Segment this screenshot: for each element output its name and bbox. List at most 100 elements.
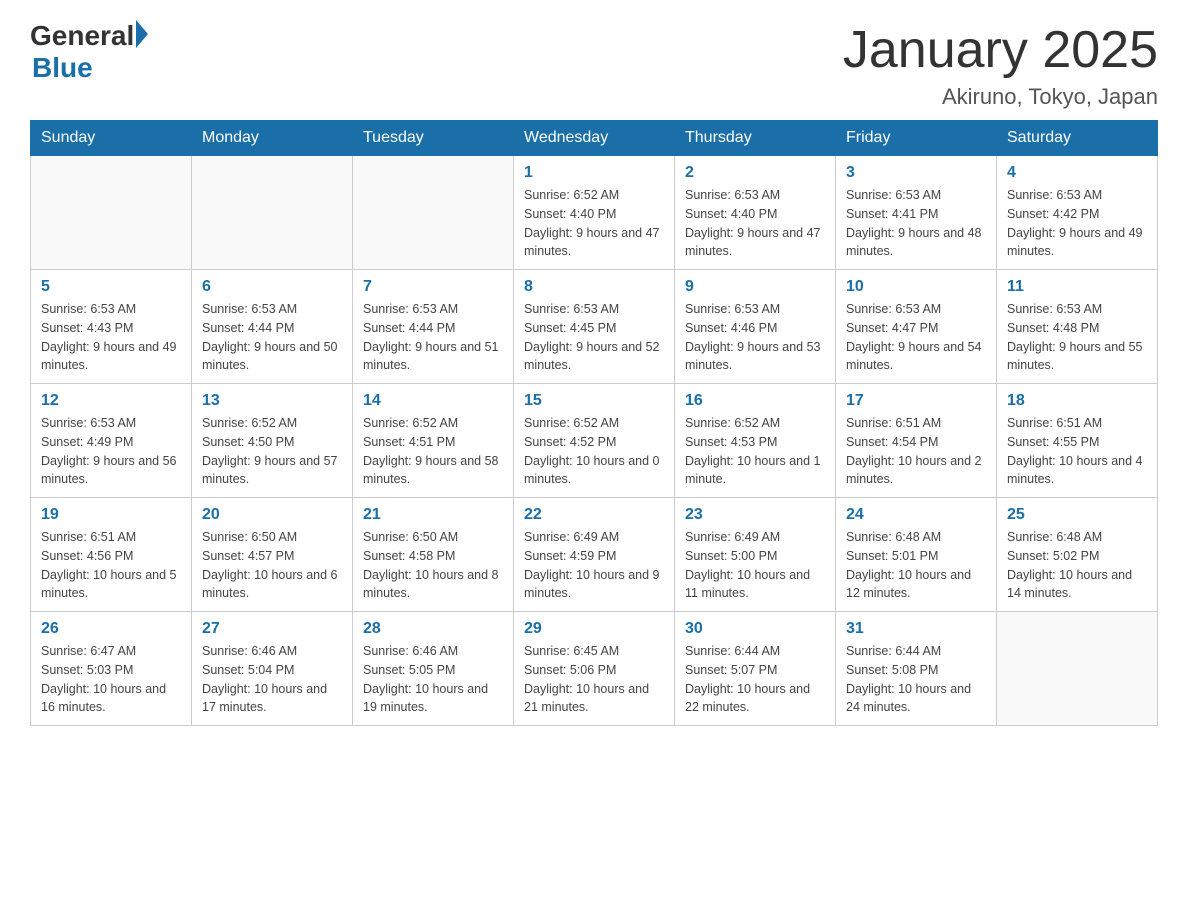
day-info: Sunrise: 6:46 AM Sunset: 5:05 PM Dayligh…	[363, 642, 503, 717]
day-info: Sunrise: 6:48 AM Sunset: 5:02 PM Dayligh…	[1007, 528, 1147, 603]
day-number: 20	[202, 506, 342, 524]
calendar-cell: 2 Sunrise: 6:53 AM Sunset: 4:40 PM Daylig…	[675, 156, 836, 270]
day-info: Sunrise: 6:50 AM Sunset: 4:58 PM Dayligh…	[363, 528, 503, 603]
weekday-header-wednesday: Wednesday	[514, 121, 675, 156]
weekday-header-saturday: Saturday	[997, 121, 1158, 156]
day-info: Sunrise: 6:49 AM Sunset: 5:00 PM Dayligh…	[685, 528, 825, 603]
day-info: Sunrise: 6:53 AM Sunset: 4:40 PM Dayligh…	[685, 186, 825, 261]
calendar-title: January 2025	[843, 20, 1158, 80]
calendar-cell	[997, 612, 1158, 726]
calendar-cell: 26 Sunrise: 6:47 AM Sunset: 5:03 PM Dayli…	[31, 612, 192, 726]
calendar-cell: 23 Sunrise: 6:49 AM Sunset: 5:00 PM Dayli…	[675, 498, 836, 612]
calendar-cell: 5 Sunrise: 6:53 AM Sunset: 4:43 PM Daylig…	[31, 270, 192, 384]
day-number: 27	[202, 620, 342, 638]
logo-general: General	[30, 20, 134, 52]
weekday-header-row: SundayMondayTuesdayWednesdayThursdayFrid…	[31, 121, 1158, 156]
day-number: 23	[685, 506, 825, 524]
day-number: 3	[846, 164, 986, 182]
day-number: 9	[685, 278, 825, 296]
calendar-cell: 12Sunrise: 6:53 AM Sunset: 4:49 PM Dayli…	[31, 384, 192, 498]
calendar-cell: 13 Sunrise: 6:52 AM Sunset: 4:50 PM Dayli…	[192, 384, 353, 498]
day-info: Sunrise: 6:46 AM Sunset: 5:04 PM Dayligh…	[202, 642, 342, 717]
day-info: Sunrise: 6:52 AM Sunset: 4:40 PM Dayligh…	[524, 186, 664, 261]
day-number: 21	[363, 506, 503, 524]
calendar-cell: 6 Sunrise: 6:53 AM Sunset: 4:44 PM Daylig…	[192, 270, 353, 384]
day-info: Sunrise: 6:48 AM Sunset: 5:01 PM Dayligh…	[846, 528, 986, 603]
calendar-cell: 8 Sunrise: 6:53 AM Sunset: 4:45 PM Daylig…	[514, 270, 675, 384]
day-number: 1	[524, 164, 664, 182]
calendar-cell: 20 Sunrise: 6:50 AM Sunset: 4:57 PM Dayli…	[192, 498, 353, 612]
calendar-cell: 15 Sunrise: 6:52 AM Sunset: 4:52 PM Dayli…	[514, 384, 675, 498]
day-info: Sunrise: 6:53 AM Sunset: 4:43 PM Dayligh…	[41, 300, 181, 375]
day-number: 2	[685, 164, 825, 182]
calendar-cell: 1 Sunrise: 6:52 AM Sunset: 4:40 PM Daylig…	[514, 156, 675, 270]
day-number: 13	[202, 392, 342, 410]
weekday-header-tuesday: Tuesday	[353, 121, 514, 156]
calendar-cell	[353, 156, 514, 270]
calendar-cell: 19Sunrise: 6:51 AM Sunset: 4:56 PM Dayli…	[31, 498, 192, 612]
day-info: Sunrise: 6:44 AM Sunset: 5:07 PM Dayligh…	[685, 642, 825, 717]
week-row-3: 12Sunrise: 6:53 AM Sunset: 4:49 PM Dayli…	[31, 384, 1158, 498]
calendar-cell: 25 Sunrise: 6:48 AM Sunset: 5:02 PM Dayli…	[997, 498, 1158, 612]
calendar-cell: 22Sunrise: 6:49 AM Sunset: 4:59 PM Dayli…	[514, 498, 675, 612]
calendar-cell: 11Sunrise: 6:53 AM Sunset: 4:48 PM Dayli…	[997, 270, 1158, 384]
calendar-cell: 14Sunrise: 6:52 AM Sunset: 4:51 PM Dayli…	[353, 384, 514, 498]
calendar-cell: 10Sunrise: 6:53 AM Sunset: 4:47 PM Dayli…	[836, 270, 997, 384]
calendar-cell: 7 Sunrise: 6:53 AM Sunset: 4:44 PM Daylig…	[353, 270, 514, 384]
week-row-4: 19Sunrise: 6:51 AM Sunset: 4:56 PM Dayli…	[31, 498, 1158, 612]
calendar-cell: 29Sunrise: 6:45 AM Sunset: 5:06 PM Dayli…	[514, 612, 675, 726]
day-info: Sunrise: 6:52 AM Sunset: 4:52 PM Dayligh…	[524, 414, 664, 489]
title-section: January 2025 Akiruno, Tokyo, Japan	[843, 20, 1158, 110]
day-number: 30	[685, 620, 825, 638]
calendar-subtitle: Akiruno, Tokyo, Japan	[843, 84, 1158, 110]
day-number: 17	[846, 392, 986, 410]
day-number: 18	[1007, 392, 1147, 410]
weekday-header-thursday: Thursday	[675, 121, 836, 156]
day-number: 8	[524, 278, 664, 296]
day-number: 11	[1007, 278, 1147, 296]
day-info: Sunrise: 6:52 AM Sunset: 4:51 PM Dayligh…	[363, 414, 503, 489]
day-info: Sunrise: 6:44 AM Sunset: 5:08 PM Dayligh…	[846, 642, 986, 717]
weekday-header-friday: Friday	[836, 121, 997, 156]
day-info: Sunrise: 6:53 AM Sunset: 4:47 PM Dayligh…	[846, 300, 986, 375]
day-info: Sunrise: 6:53 AM Sunset: 4:44 PM Dayligh…	[202, 300, 342, 375]
day-info: Sunrise: 6:49 AM Sunset: 4:59 PM Dayligh…	[524, 528, 664, 603]
day-number: 5	[41, 278, 181, 296]
day-info: Sunrise: 6:47 AM Sunset: 5:03 PM Dayligh…	[41, 642, 181, 717]
day-number: 6	[202, 278, 342, 296]
day-info: Sunrise: 6:52 AM Sunset: 4:50 PM Dayligh…	[202, 414, 342, 489]
day-number: 24	[846, 506, 986, 524]
calendar-cell: 21 Sunrise: 6:50 AM Sunset: 4:58 PM Dayli…	[353, 498, 514, 612]
day-info: Sunrise: 6:53 AM Sunset: 4:44 PM Dayligh…	[363, 300, 503, 375]
day-info: Sunrise: 6:51 AM Sunset: 4:54 PM Dayligh…	[846, 414, 986, 489]
day-number: 31	[846, 620, 986, 638]
weekday-header-sunday: Sunday	[31, 121, 192, 156]
calendar-cell	[192, 156, 353, 270]
logo: General Blue	[30, 20, 148, 84]
day-info: Sunrise: 6:50 AM Sunset: 4:57 PM Dayligh…	[202, 528, 342, 603]
day-number: 16	[685, 392, 825, 410]
day-info: Sunrise: 6:53 AM Sunset: 4:46 PM Dayligh…	[685, 300, 825, 375]
day-number: 7	[363, 278, 503, 296]
calendar-cell: 31 Sunrise: 6:44 AM Sunset: 5:08 PM Dayli…	[836, 612, 997, 726]
week-row-2: 5 Sunrise: 6:53 AM Sunset: 4:43 PM Daylig…	[31, 270, 1158, 384]
week-row-1: 1 Sunrise: 6:52 AM Sunset: 4:40 PM Daylig…	[31, 156, 1158, 270]
day-number: 28	[363, 620, 503, 638]
day-number: 26	[41, 620, 181, 638]
calendar-cell: 3 Sunrise: 6:53 AM Sunset: 4:41 PM Daylig…	[836, 156, 997, 270]
day-info: Sunrise: 6:53 AM Sunset: 4:45 PM Dayligh…	[524, 300, 664, 375]
day-info: Sunrise: 6:53 AM Sunset: 4:41 PM Dayligh…	[846, 186, 986, 261]
day-info: Sunrise: 6:53 AM Sunset: 4:42 PM Dayligh…	[1007, 186, 1147, 261]
logo-blue: Blue	[32, 52, 93, 83]
day-number: 19	[41, 506, 181, 524]
calendar-cell: 9 Sunrise: 6:53 AM Sunset: 4:46 PM Daylig…	[675, 270, 836, 384]
calendar-cell: 30 Sunrise: 6:44 AM Sunset: 5:07 PM Dayli…	[675, 612, 836, 726]
day-info: Sunrise: 6:52 AM Sunset: 4:53 PM Dayligh…	[685, 414, 825, 489]
day-number: 15	[524, 392, 664, 410]
day-number: 12	[41, 392, 181, 410]
calendar-cell	[31, 156, 192, 270]
calendar-cell: 27 Sunrise: 6:46 AM Sunset: 5:04 PM Dayli…	[192, 612, 353, 726]
calendar-cell: 18Sunrise: 6:51 AM Sunset: 4:55 PM Dayli…	[997, 384, 1158, 498]
day-number: 25	[1007, 506, 1147, 524]
page-header: General Blue January 2025 Akiruno, Tokyo…	[30, 20, 1158, 110]
